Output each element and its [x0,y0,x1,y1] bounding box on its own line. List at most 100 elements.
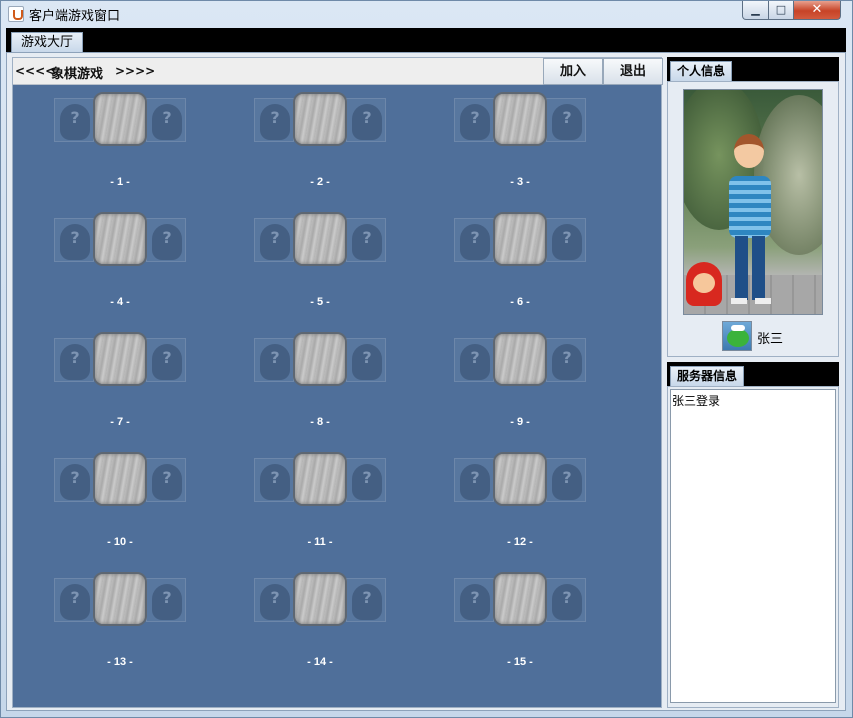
game-table[interactable]: ?? - 15 - [454,568,586,678]
table-number-label: - 15 - [507,656,533,668]
table-board-icon[interactable] [293,452,347,506]
tab-personal-info[interactable]: 个人信息 [670,61,733,81]
server-log-textarea[interactable]: 张三登录 [670,389,836,703]
right-seat[interactable]: ? [146,98,186,142]
left-seat[interactable]: ? [254,458,294,502]
table-board-icon[interactable] [493,452,547,506]
table-board-icon[interactable] [493,92,547,146]
seat-placeholder: ? [362,588,372,607]
seat-placeholder: ? [362,108,372,127]
left-seat[interactable]: ? [54,338,94,382]
seat-placeholder: ? [270,588,280,607]
right-seat[interactable]: ? [546,458,586,502]
right-seat[interactable]: ? [546,578,586,622]
seat-placeholder: ? [470,588,480,607]
game-table[interactable]: ?? - 9 - [454,328,586,438]
right-seat[interactable]: ? [546,218,586,262]
seat-placeholder: ? [162,468,172,487]
right-seat[interactable]: ? [146,458,186,502]
server-info-panel: 张三登录 [667,386,839,708]
left-seat[interactable]: ? [54,218,94,262]
table-number-label: - 10 - [107,536,133,548]
game-table[interactable]: ?? - 1 - [54,88,186,198]
table-board-icon[interactable] [293,572,347,626]
table-board-icon[interactable] [293,212,347,266]
right-seat[interactable]: ? [346,98,386,142]
seat-placeholder: ? [70,228,80,247]
right-seat[interactable]: ? [346,578,386,622]
left-seat[interactable]: ? [454,98,494,142]
game-nav-bar: <<<< 象棋游戏 >>>> 加入 退出 [13,58,663,85]
table-board-icon[interactable] [493,212,547,266]
main-tab-strip: 游戏大厅 [6,28,846,52]
app-window: 客户端游戏窗口 ▁ □ ✕ 游戏大厅 <<<< 象棋游戏 >>>> 加入 退出 … [0,0,853,718]
table-board-icon[interactable] [93,572,147,626]
seat-placeholder: ? [562,228,572,247]
prev-page-link[interactable]: <<<< [15,64,55,78]
table-board-icon[interactable] [93,212,147,266]
table-number-label: - 9 - [510,416,530,428]
right-seat[interactable]: ? [546,98,586,142]
game-table[interactable]: ?? - 7 - [54,328,186,438]
server-tab-strip: 服务器信息 [667,362,839,386]
exit-button[interactable]: 退出 [603,58,663,85]
game-table[interactable]: ?? - 11 - [254,448,386,558]
game-table[interactable]: ?? - 14 - [254,568,386,678]
game-table[interactable]: ?? - 5 - [254,208,386,318]
left-seat[interactable]: ? [254,218,294,262]
left-seat[interactable]: ? [54,578,94,622]
seat-placeholder: ? [270,228,280,247]
right-seat[interactable]: ? [546,338,586,382]
table-board-icon[interactable] [93,332,147,386]
game-table[interactable]: ?? - 12 - [454,448,586,558]
minimize-button[interactable]: ▁ [742,1,769,20]
right-seat[interactable]: ? [146,218,186,262]
seat-placeholder: ? [470,108,480,127]
left-seat[interactable]: ? [454,578,494,622]
maximize-button[interactable]: □ [768,1,794,20]
join-button[interactable]: 加入 [543,58,603,85]
right-seat[interactable]: ? [346,218,386,262]
seat-placeholder: ? [70,468,80,487]
game-table[interactable]: ?? - 8 - [254,328,386,438]
left-seat[interactable]: ? [254,98,294,142]
game-type-title: 象棋游戏 [51,67,104,82]
table-board-icon[interactable] [93,452,147,506]
table-board-icon[interactable] [293,92,347,146]
right-seat[interactable]: ? [146,338,186,382]
left-seat[interactable]: ? [254,338,294,382]
game-table[interactable]: ?? - 3 - [454,88,586,198]
left-seat[interactable]: ? [54,458,94,502]
left-seat[interactable]: ? [454,458,494,502]
game-table[interactable]: ?? - 6 - [454,208,586,318]
right-seat[interactable]: ? [346,338,386,382]
left-seat[interactable]: ? [254,578,294,622]
java-app-icon [8,6,24,22]
tab-server-info[interactable]: 服务器信息 [670,366,745,386]
window-title: 客户端游戏窗口 [29,9,121,24]
right-seat[interactable]: ? [346,458,386,502]
title-bar[interactable]: 客户端游戏窗口 ▁ □ ✕ [1,1,852,27]
table-board-icon[interactable] [493,572,547,626]
tab-game-hall[interactable]: 游戏大厅 [11,32,83,52]
game-table[interactable]: ?? - 10 - [54,448,186,558]
table-number-label: - 8 - [310,416,330,428]
close-button[interactable]: ✕ [793,1,841,20]
seat-placeholder: ? [362,468,372,487]
game-table[interactable]: ?? - 4 - [54,208,186,318]
table-number-label: - 5 - [310,296,330,308]
seat-placeholder: ? [470,228,480,247]
game-hall-panel: <<<< 象棋游戏 >>>> 加入 退出 ?? - 1 - ?? - 2 - ?? - 3… [6,52,846,711]
game-table[interactable]: ?? - 2 - [254,88,386,198]
left-seat[interactable]: ? [454,218,494,262]
table-board-icon[interactable] [293,332,347,386]
left-seat[interactable]: ? [54,98,94,142]
left-seat[interactable]: ? [454,338,494,382]
right-seat[interactable]: ? [146,578,186,622]
game-table[interactable]: ?? - 13 - [54,568,186,678]
table-board-icon[interactable] [93,92,147,146]
next-page-link[interactable]: >>>> [115,64,155,78]
seat-placeholder: ? [362,228,372,247]
table-number-label: - 7 - [110,416,130,428]
table-board-icon[interactable] [493,332,547,386]
